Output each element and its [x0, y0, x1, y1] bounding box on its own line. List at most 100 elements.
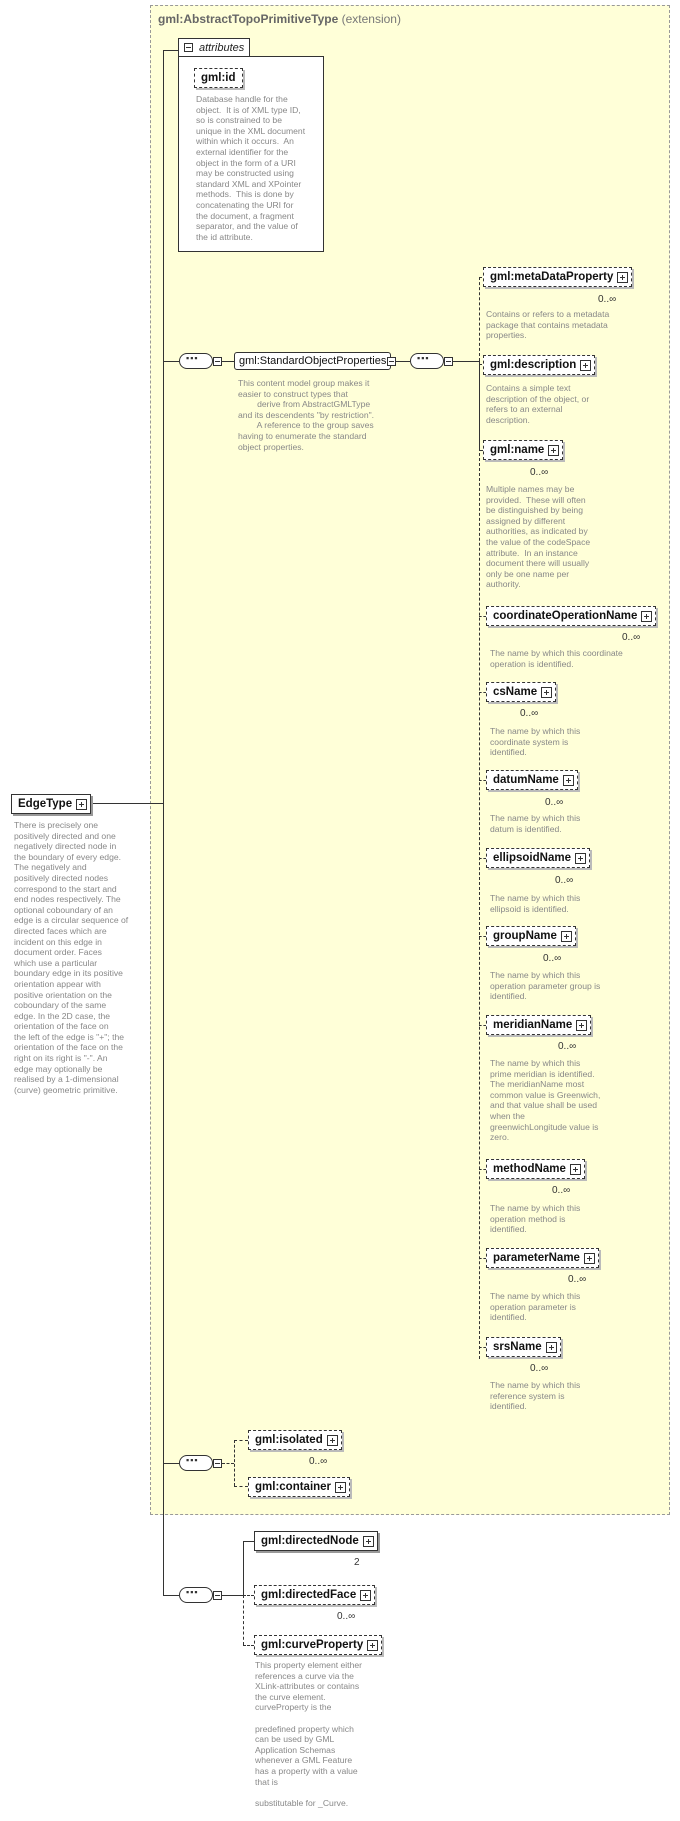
sub-label: groupName — [493, 930, 557, 942]
sub-label: datumName — [493, 774, 559, 786]
sequence-collapse-icon[interactable] — [213, 1459, 222, 1468]
sub-label: meridianName — [493, 1019, 573, 1031]
seq-branch-link — [222, 1595, 243, 1596]
collapse-icon[interactable] — [184, 43, 193, 52]
attribute-gml-id-label: gml:id — [201, 72, 236, 84]
element-group-name[interactable]: groupName — [486, 922, 580, 946]
group-collapse-icon[interactable] — [387, 357, 396, 366]
expand-icon[interactable] — [560, 931, 572, 942]
standard-object-properties-label: gml:StandardObjectProperties — [239, 355, 387, 367]
expand-icon[interactable] — [641, 611, 653, 622]
optional-link — [234, 1486, 248, 1487]
expand-icon[interactable] — [76, 799, 88, 810]
main-connector — [163, 50, 164, 1595]
edge-type-description: There is precisely one positively direct… — [14, 820, 129, 1095]
expand-icon[interactable] — [326, 1435, 338, 1446]
extension-title: gml:AbstractTopoPrimitiveType (extension… — [158, 12, 401, 26]
element-directed-node[interactable]: gml:directedNode — [254, 1527, 382, 1551]
attributes-tab[interactable]: attributes — [178, 38, 250, 57]
element-name-label: gml:name — [490, 444, 545, 456]
element-container[interactable]: gml:container — [248, 1477, 351, 1497]
sub-link — [479, 780, 486, 781]
cardinality: 0..∞ — [520, 708, 539, 719]
cardinality: 0..∞ — [555, 875, 574, 886]
sequence-collapse-icon[interactable] — [444, 357, 453, 366]
seq-branch-link — [453, 361, 479, 362]
element-isolated[interactable]: gml:isolated — [248, 1426, 346, 1450]
cardinality: 0..∞ — [530, 1363, 549, 1374]
element-cs-name[interactable]: csName — [486, 678, 561, 702]
attribute-gml-id[interactable]: gml:id — [194, 68, 243, 88]
element-parameter-name[interactable]: parameterName — [486, 1244, 603, 1268]
element-curve-property-label: gml:curveProperty — [261, 1639, 364, 1651]
sequence-compositor[interactable] — [179, 1455, 213, 1471]
sub-label: methodName — [493, 1163, 566, 1175]
element-name-description: Multiple names may be provided. These wi… — [486, 484, 591, 590]
isolated-seq-connector — [163, 1463, 179, 1464]
sub-description: The name by which this operation paramet… — [490, 1291, 581, 1323]
element-curve-property[interactable]: gml:curveProperty — [254, 1635, 383, 1655]
cardinality: 0..∞ — [552, 1185, 571, 1196]
expand-icon[interactable] — [335, 1482, 347, 1493]
sub-description: The name by which this ellipsoid is iden… — [490, 893, 581, 914]
substitution-line — [479, 453, 480, 1359]
expand-icon[interactable] — [580, 360, 592, 371]
sub-link — [479, 1169, 486, 1170]
element-meridian-name[interactable]: meridianName — [486, 1011, 596, 1035]
sub-description: The name by which this coordinate system… — [490, 726, 581, 758]
sub-description: The name by which this operation method … — [490, 1203, 581, 1235]
expand-icon[interactable] — [360, 1590, 372, 1601]
sub-link — [479, 692, 486, 693]
sub-link — [479, 936, 486, 937]
sub-description: The name by which this coordinate operat… — [490, 648, 623, 669]
expand-icon[interactable] — [574, 853, 586, 864]
cardinality: 0..∞ — [622, 632, 641, 643]
sub-link — [479, 858, 486, 859]
element-datum-name[interactable]: datumName — [486, 766, 582, 790]
optional-link — [243, 1595, 254, 1596]
expand-icon[interactable] — [548, 445, 560, 456]
element-method-name[interactable]: methodName — [486, 1155, 589, 1179]
expand-icon[interactable] — [617, 272, 629, 283]
sub-label: ellipsoidName — [493, 852, 571, 864]
element-isolated-label: gml:isolated — [255, 1434, 323, 1446]
attribute-gml-id-description: Database handle for the object. It is of… — [196, 94, 306, 242]
sequence-collapse-icon[interactable] — [213, 1591, 222, 1600]
attributes-tab-label: attributes — [199, 42, 245, 54]
sequence-compositor[interactable] — [179, 1587, 213, 1603]
standard-object-properties-group[interactable]: gml:StandardObjectProperties — [234, 352, 392, 370]
expand-icon[interactable] — [569, 1164, 581, 1175]
extension-suffix: (extension) — [341, 12, 401, 26]
edge-type-root[interactable]: EdgeType — [11, 794, 92, 814]
sequence-compositor[interactable] — [179, 353, 213, 369]
group-connector — [163, 361, 179, 362]
element-curve-property-description: This property element either references … — [255, 1660, 362, 1808]
sequence-collapse-icon[interactable] — [213, 357, 222, 366]
element-coordinate-operation-name[interactable]: coordinateOperationName — [486, 602, 661, 626]
standard-object-properties-description: This content model group makes it easier… — [238, 378, 375, 452]
element-directed-face[interactable]: gml:directedFace — [254, 1581, 380, 1605]
element-description-label: gml:description — [490, 359, 577, 371]
expand-icon[interactable] — [545, 1342, 557, 1353]
sub-description: The name by which this operation paramet… — [490, 970, 601, 1002]
expand-icon[interactable] — [576, 1020, 588, 1031]
sequence-compositor[interactable] — [410, 353, 444, 369]
required-link — [243, 1541, 254, 1542]
expand-icon[interactable] — [541, 687, 553, 698]
element-name[interactable]: gml:name — [483, 436, 568, 460]
optional-branch-line — [243, 1595, 244, 1645]
extension-type-name: gml:AbstractTopoPrimitiveType — [158, 12, 339, 26]
optional-link — [222, 1463, 234, 1464]
expand-icon[interactable] — [583, 1253, 595, 1264]
edge-type-label: EdgeType — [18, 798, 73, 810]
element-description[interactable]: gml:description — [483, 355, 596, 375]
sub-label: csName — [493, 686, 538, 698]
element-ellipsoid-name[interactable]: ellipsoidName — [486, 844, 594, 868]
expand-icon[interactable] — [562, 775, 574, 786]
expand-icon[interactable] — [362, 1536, 374, 1547]
element-directed-face-label: gml:directedFace — [261, 1589, 357, 1601]
element-srs-name[interactable]: srsName — [486, 1333, 565, 1357]
sub-link — [479, 1347, 486, 1348]
expand-icon[interactable] — [367, 1640, 379, 1651]
element-meta-data-property[interactable]: gml:metaDataProperty — [483, 263, 637, 287]
